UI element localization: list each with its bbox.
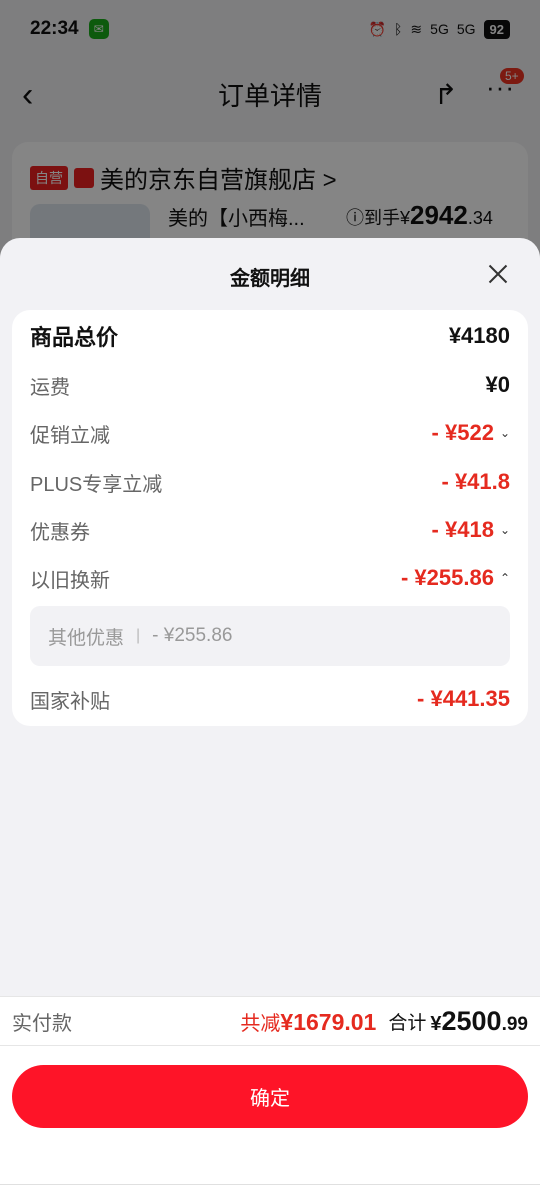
row-value: - ¥418 ⌄	[432, 517, 510, 543]
sum-integer: 2500	[441, 1005, 502, 1036]
sum-decimal: .99	[501, 1013, 528, 1035]
row-coupon[interactable]: 优惠券 - ¥418 ⌄	[30, 513, 510, 547]
amount-detail-sheet: 金额明细 商品总价 ¥4180 运费 ¥0 促销立减 - ¥522 ⌄ PLUS专…	[0, 238, 540, 1188]
row-label: 国家补贴	[30, 690, 110, 713]
row-shipping: 运费 ¥0	[30, 368, 510, 402]
row-amount: - ¥418	[431, 517, 494, 542]
row-value: - ¥255.86 ⌃	[401, 565, 510, 591]
sub-label: 其他优惠	[48, 627, 125, 649]
row-value: ¥4180	[448, 323, 510, 348]
sheet-title: 金额明细	[230, 268, 310, 290]
actual-payment-label: 实付款	[12, 1012, 72, 1035]
row-promotion[interactable]: 促销立减 - ¥522 ⌄	[30, 416, 510, 450]
row-amount: - ¥522	[431, 420, 494, 445]
row-label: PLUS专享立减	[30, 473, 163, 496]
chevron-down-icon[interactable]: ⌄	[500, 523, 510, 537]
row-label: 优惠券	[30, 521, 90, 544]
amount-detail-card: 商品总价 ¥4180 运费 ¥0 促销立减 - ¥522 ⌄ PLUS专享立减 -…	[12, 310, 528, 726]
row-label: 商品总价	[30, 325, 119, 350]
saved-value: ¥1679.01	[280, 1008, 377, 1035]
row-national-subsidy: 国家补贴 - ¥441.35	[30, 682, 510, 716]
row-label: 运费	[30, 376, 70, 399]
row-plus-discount: PLUS专享立减 - ¥41.8	[30, 465, 510, 499]
row-value: ¥0	[485, 372, 510, 397]
sub-separator: |	[136, 627, 141, 644]
chevron-down-icon[interactable]: ⌄	[500, 426, 510, 440]
payment-summary-bar: 实付款 共减¥1679.01 合计 ¥2500.99	[0, 996, 540, 1046]
total-saved: 共减¥1679.01	[240, 1007, 376, 1036]
close-icon[interactable]	[486, 262, 510, 286]
row-value: - ¥441.35	[417, 686, 510, 711]
row-label: 促销立减	[30, 424, 110, 447]
row-value: - ¥41.8	[441, 469, 511, 494]
chevron-up-icon[interactable]: ⌃	[500, 571, 510, 585]
sub-value: - ¥255.86	[152, 625, 233, 646]
row-trade-in[interactable]: 以旧换新 - ¥255.86 ⌃	[30, 561, 510, 595]
sum-label: 合计	[388, 1012, 427, 1034]
row-value: - ¥522 ⌄	[432, 420, 510, 446]
divider	[0, 1184, 540, 1185]
confirm-button[interactable]: 确定	[12, 1065, 528, 1128]
sum-currency: ¥	[430, 1012, 442, 1035]
sum-value: ¥2500.99	[430, 1006, 528, 1037]
trade-in-sub-detail: 其他优惠 | - ¥255.86	[30, 606, 510, 666]
row-goods-total: 商品总价 ¥4180	[30, 319, 510, 353]
row-amount: - ¥255.86	[400, 565, 494, 590]
row-label: 以旧换新	[30, 569, 110, 592]
saved-prefix: 共减	[240, 1012, 281, 1035]
bottom-action-area: 确定	[0, 1046, 540, 1188]
